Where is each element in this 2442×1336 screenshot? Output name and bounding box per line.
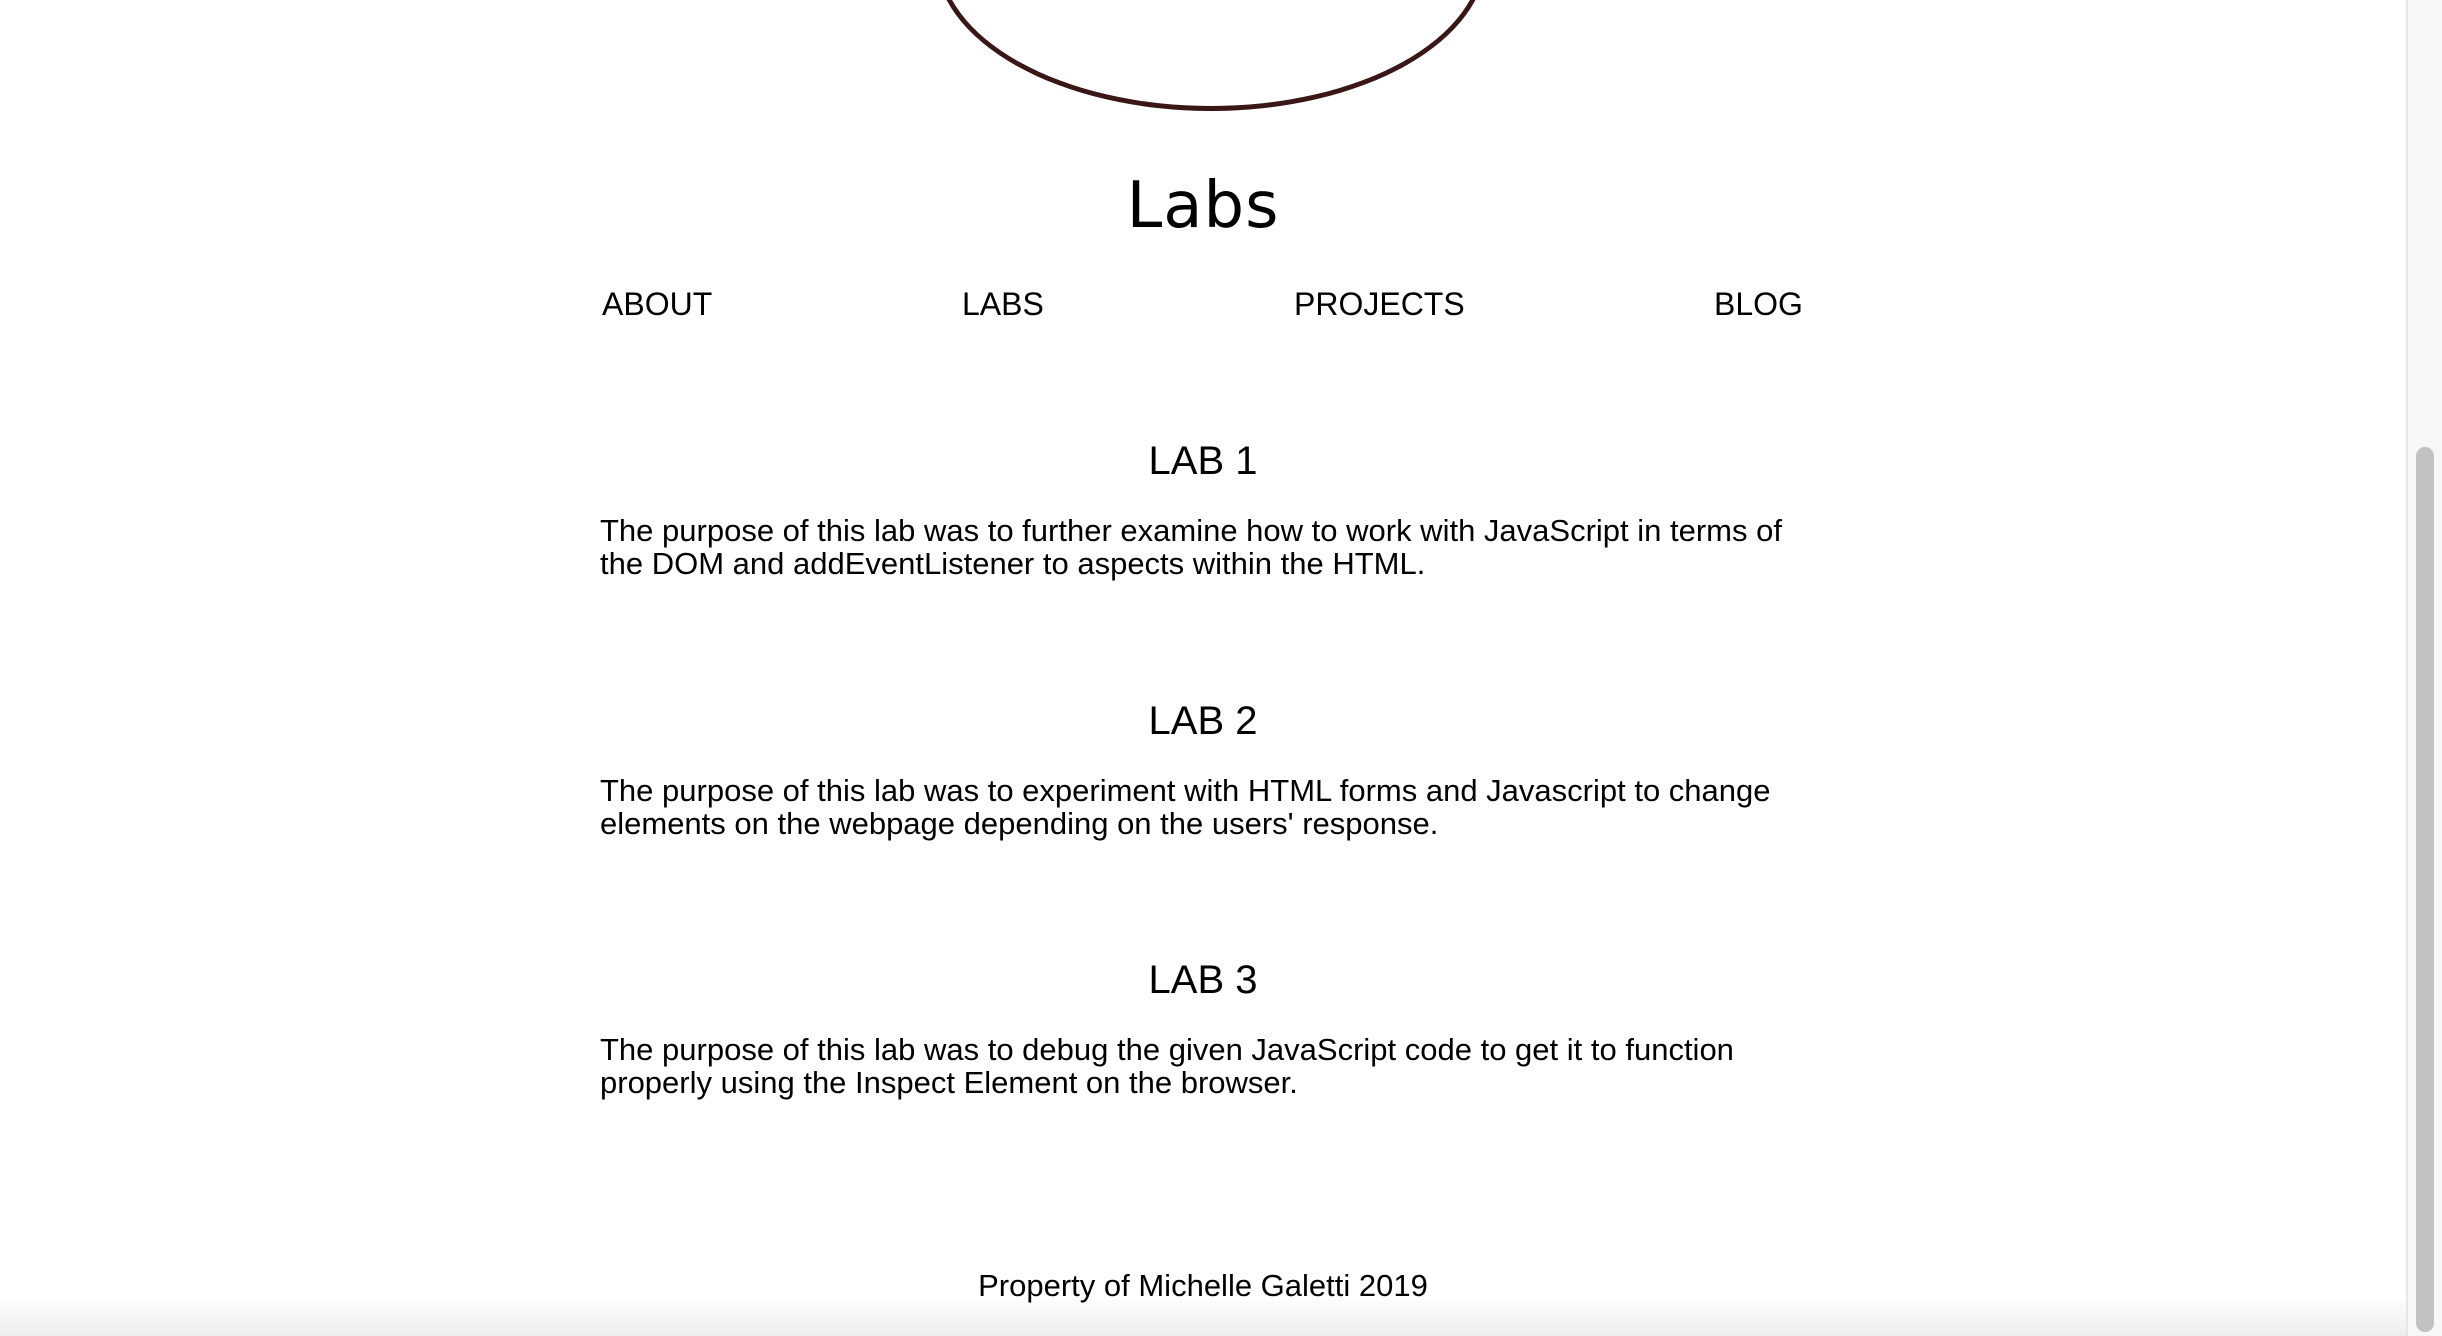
scrollbar-thumb[interactable] — [2416, 447, 2434, 1332]
lab-description: The purpose of this lab was to further e… — [600, 513, 1782, 581]
nav-link-labs[interactable]: LABS — [962, 284, 1044, 324]
vertical-scrollbar[interactable] — [2406, 0, 2442, 1336]
lab-description: The purpose of this lab was to debug the… — [600, 1032, 1734, 1100]
nav-link-blog[interactable]: BLOG — [1714, 284, 1803, 324]
lab-heading: LAB 2 — [1148, 699, 1258, 743]
lab-description: The purpose of this lab was to experimen… — [600, 773, 1771, 841]
page-title: Labs — [1126, 169, 1280, 243]
nav-link-about[interactable]: ABOUT — [602, 284, 712, 324]
page: Labs ABOUT LABS PROJECTS BLOG LAB 1 The … — [0, 0, 2442, 1336]
bottom-fade — [0, 1296, 2406, 1336]
nav-link-projects[interactable]: PROJECTS — [1294, 284, 1465, 324]
main-content: Labs ABOUT LABS PROJECTS BLOG LAB 1 The … — [0, 0, 2406, 1336]
lab-heading: LAB 1 — [1148, 439, 1258, 483]
profile-image-circle — [935, 0, 1487, 111]
lab-heading: LAB 3 — [1148, 958, 1258, 1002]
